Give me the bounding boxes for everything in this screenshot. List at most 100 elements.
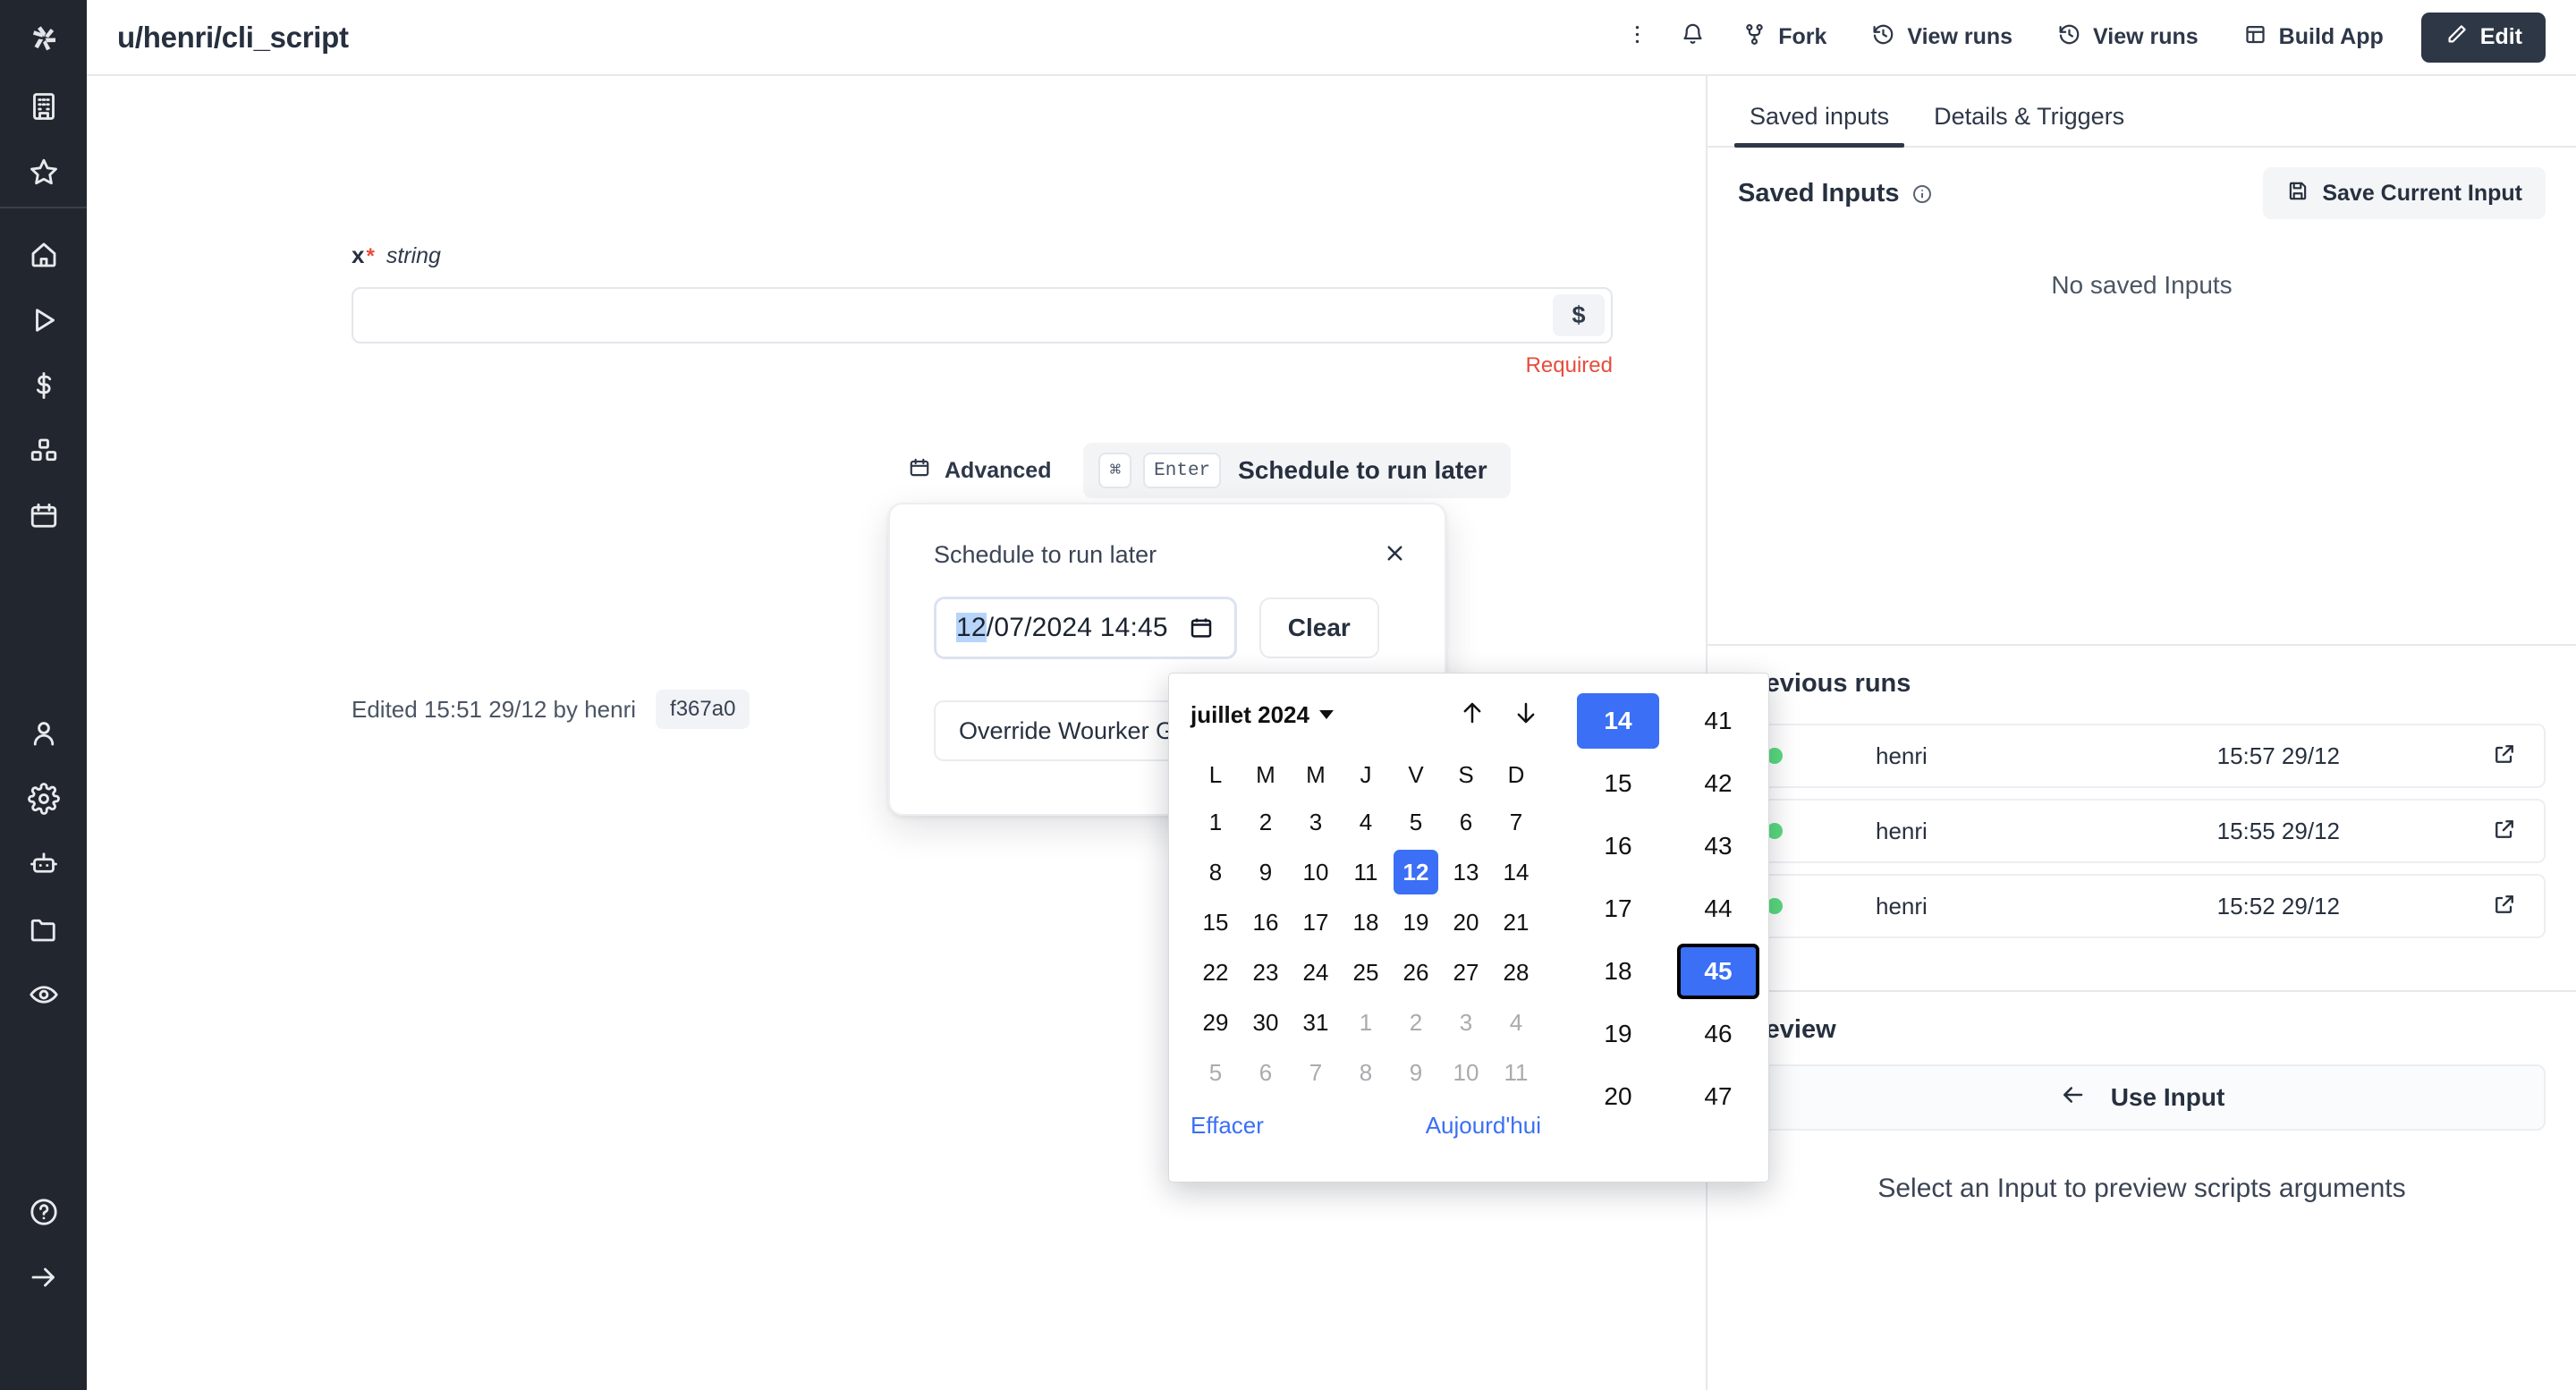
calendar-day[interactable]: 5 xyxy=(1191,1047,1241,1098)
calendar-day[interactable]: 18 xyxy=(1341,897,1391,947)
more-menu-button[interactable] xyxy=(1612,13,1662,63)
sidebar-item-runs[interactable] xyxy=(0,290,87,355)
calendar-day[interactable]: 30 xyxy=(1241,997,1291,1047)
calendar-day[interactable]: 27 xyxy=(1441,947,1491,997)
calendar-day[interactable]: 25 xyxy=(1341,947,1391,997)
external-link-icon[interactable] xyxy=(2492,742,2517,771)
hour-option[interactable]: 15 xyxy=(1577,756,1659,811)
tab-details-triggers[interactable]: Details & Triggers xyxy=(1911,103,2147,146)
fork-button[interactable]: Fork xyxy=(1723,13,1846,63)
calendar-day[interactable]: 4 xyxy=(1341,797,1391,847)
minute-option[interactable]: 41 xyxy=(1677,693,1759,749)
calendar-day[interactable]: 11 xyxy=(1491,1047,1541,1098)
view-runs-button-2[interactable]: View runs xyxy=(2038,13,2218,63)
previous-run-row[interactable]: henri15:57 29/12 xyxy=(1738,724,2546,788)
sidebar-item-schedules[interactable] xyxy=(0,486,87,551)
calendar-day[interactable]: 22 xyxy=(1191,947,1241,997)
calendar-day[interactable]: 20 xyxy=(1441,897,1491,947)
arrow-down-icon[interactable] xyxy=(1513,698,1539,733)
minute-option[interactable]: 44 xyxy=(1677,881,1759,937)
build-app-button[interactable]: Build App xyxy=(2224,13,2403,63)
hour-option[interactable]: 17 xyxy=(1577,881,1659,937)
calendar-day[interactable]: 6 xyxy=(1241,1047,1291,1098)
edit-button[interactable]: Edit xyxy=(2421,13,2546,63)
calendar-day[interactable]: 5 xyxy=(1391,797,1441,847)
use-input-button[interactable]: Use Input xyxy=(1738,1064,2546,1131)
external-link-icon[interactable] xyxy=(2492,892,2517,921)
hour-option[interactable]: 20 xyxy=(1577,1069,1659,1124)
datetime-input[interactable]: 12/07/2024 14:45 xyxy=(934,597,1237,659)
previous-run-row[interactable]: henri15:55 29/12 xyxy=(1738,799,2546,863)
calendar-day[interactable]: 10 xyxy=(1441,1047,1491,1098)
calendar-day[interactable]: 10 xyxy=(1291,847,1341,897)
sidebar-item-expand[interactable] xyxy=(0,1247,87,1312)
calendar-day[interactable]: 29 xyxy=(1191,997,1241,1047)
version-hash-chip[interactable]: f367a0 xyxy=(656,690,750,729)
calendar-day[interactable]: 6 xyxy=(1441,797,1491,847)
info-icon[interactable] xyxy=(1911,182,1933,204)
sidebar-item-audit-logs[interactable] xyxy=(0,964,87,1030)
minute-option[interactable]: 43 xyxy=(1677,818,1759,874)
minute-option[interactable]: 45 xyxy=(1677,944,1759,999)
sidebar-item-workers[interactable] xyxy=(0,834,87,899)
x-input[interactable] xyxy=(352,287,1613,343)
calendar-day[interactable]: 16 xyxy=(1241,897,1291,947)
notifications-button[interactable] xyxy=(1667,13,1717,63)
tab-saved-inputs[interactable]: Saved inputs xyxy=(1727,103,1911,146)
sidebar-item-help[interactable] xyxy=(0,1182,87,1247)
view-runs-button-1[interactable]: View runs xyxy=(1852,13,2032,63)
calendar-icon[interactable] xyxy=(1188,614,1215,641)
schedule-to-run-later-button[interactable]: ⌘ Enter Schedule to run later xyxy=(1083,443,1510,498)
calendar-day[interactable]: 1 xyxy=(1191,797,1241,847)
calendar-clear-link[interactable]: Effacer xyxy=(1191,1112,1264,1140)
calendar-day[interactable]: 15 xyxy=(1191,897,1241,947)
calendar-day[interactable]: 9 xyxy=(1241,847,1291,897)
external-link-icon[interactable] xyxy=(2492,817,2517,846)
calendar-day[interactable]: 2 xyxy=(1391,997,1441,1047)
previous-run-row[interactable]: henri15:52 29/12 xyxy=(1738,874,2546,938)
calendar-day[interactable]: 7 xyxy=(1291,1047,1341,1098)
calendar-day[interactable]: 2 xyxy=(1241,797,1291,847)
calendar-day[interactable]: 9 xyxy=(1391,1047,1441,1098)
calendar-day[interactable]: 26 xyxy=(1391,947,1441,997)
hour-option[interactable]: 16 xyxy=(1577,818,1659,874)
clear-datetime-button[interactable]: Clear xyxy=(1259,598,1379,658)
calendar-day[interactable]: 7 xyxy=(1491,797,1541,847)
minute-option[interactable]: 46 xyxy=(1677,1006,1759,1062)
calendar-day[interactable]: 3 xyxy=(1291,797,1341,847)
calendar-day[interactable]: 21 xyxy=(1491,897,1541,947)
sidebar-item-resources[interactable] xyxy=(0,420,87,486)
calendar-day[interactable]: 12 xyxy=(1391,847,1441,897)
advanced-button[interactable]: Advanced xyxy=(901,445,1058,496)
calendar-day[interactable]: 11 xyxy=(1341,847,1391,897)
calendar-day[interactable]: 4 xyxy=(1491,997,1541,1047)
calendar-day[interactable]: 8 xyxy=(1191,847,1241,897)
popover-close-button[interactable] xyxy=(1377,538,1412,572)
sidebar-item-home[interactable] xyxy=(0,225,87,290)
calendar-day[interactable]: 1 xyxy=(1341,997,1391,1047)
arrow-up-icon[interactable] xyxy=(1459,698,1486,733)
sidebar-item-settings[interactable] xyxy=(0,768,87,834)
hour-option[interactable]: 14 xyxy=(1577,693,1659,749)
sidebar-item-favorites[interactable] xyxy=(0,141,87,207)
calendar-day[interactable]: 17 xyxy=(1291,897,1341,947)
minute-option[interactable]: 47 xyxy=(1677,1069,1759,1124)
windmill-logo[interactable] xyxy=(0,0,87,76)
calendar-day[interactable]: 28 xyxy=(1491,947,1541,997)
calendar-day[interactable]: 8 xyxy=(1341,1047,1391,1098)
month-year-dropdown[interactable]: juillet 2024 xyxy=(1191,701,1334,729)
calendar-day[interactable]: 24 xyxy=(1291,947,1341,997)
calendar-day[interactable]: 13 xyxy=(1441,847,1491,897)
calendar-day[interactable]: 23 xyxy=(1241,947,1291,997)
sidebar-item-variables[interactable] xyxy=(0,355,87,420)
calendar-day[interactable]: 31 xyxy=(1291,997,1341,1047)
hour-option[interactable]: 19 xyxy=(1577,1006,1659,1062)
sidebar-item-account[interactable] xyxy=(0,703,87,768)
dollar-adornment-button[interactable]: $ xyxy=(1553,294,1605,336)
save-current-input-button[interactable]: Save Current Input xyxy=(2263,167,2546,219)
sidebar-item-workspace[interactable] xyxy=(0,76,87,141)
calendar-day[interactable]: 14 xyxy=(1491,847,1541,897)
calendar-today-link[interactable]: Aujourd'hui xyxy=(1426,1112,1541,1140)
minute-option[interactable]: 42 xyxy=(1677,756,1759,811)
hour-option[interactable]: 18 xyxy=(1577,944,1659,999)
